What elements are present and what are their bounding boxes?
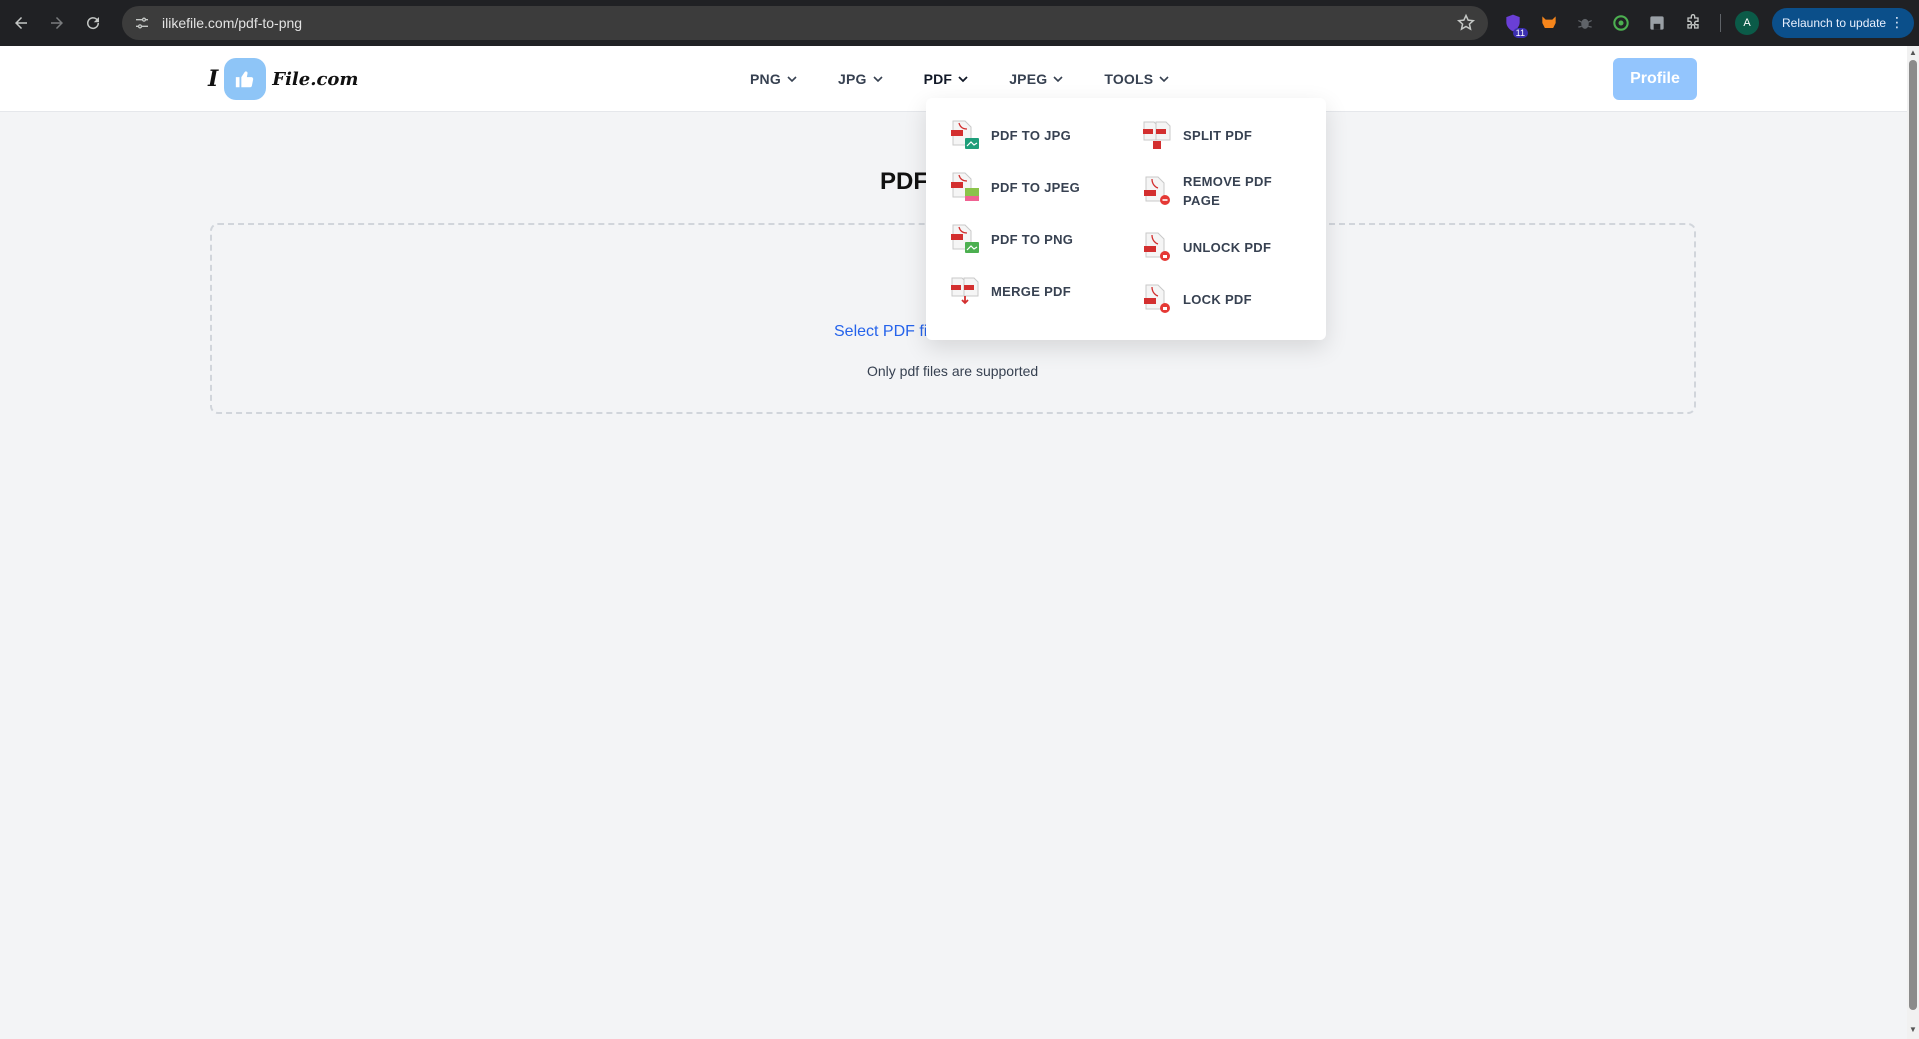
extension-counter[interactable]: 11: [1500, 10, 1528, 38]
relaunch-button[interactable]: Relaunch to update ⋮: [1772, 8, 1914, 38]
logo-i: I: [208, 66, 219, 92]
nav-jpeg-label: JPEG: [1009, 71, 1048, 87]
nav-pdf[interactable]: PDF: [924, 71, 970, 87]
lock-pdf-icon: [1144, 284, 1170, 313]
nav-tools-label: TOOLS: [1104, 71, 1154, 87]
fox-icon: [1542, 16, 1556, 28]
menu-item-label: PDF TO JPEG: [991, 179, 1081, 195]
thumbs-up-icon: [224, 58, 267, 100]
arrow-right-icon: [51, 17, 63, 29]
chevron-down-icon: [873, 76, 883, 83]
arrow-left-icon: [15, 17, 27, 29]
forward-button[interactable]: [42, 8, 72, 38]
select-files-link[interactable]: Select PDF fi: [834, 323, 927, 341]
chevron-down-icon: [1159, 76, 1169, 83]
unlock-pdf-icon: [1144, 232, 1170, 261]
target-extension[interactable]: [1608, 10, 1634, 36]
scroll-down-icon[interactable]: ▼: [1909, 1026, 1917, 1034]
kebab-menu-icon[interactable]: ⋮: [1890, 15, 1904, 29]
menu-item-remove-pdf-page[interactable]: REMOVE PDF PAGE: [1142, 172, 1303, 210]
extensions-menu-button[interactable]: [1680, 10, 1706, 36]
menu-item-label: SPLIT PDF: [1183, 127, 1253, 143]
logo-word: File.com: [272, 68, 359, 90]
nav-pdf-label: PDF: [923, 71, 953, 87]
nav-jpg[interactable]: JPG: [838, 71, 884, 87]
menu-item-label: REMOVE PDF PAGE: [1183, 174, 1272, 208]
chevron-down-icon: [1053, 76, 1063, 83]
chevron-down-icon: [787, 76, 797, 83]
pdf-to-jpeg-icon: [951, 172, 979, 201]
profile-avatar[interactable]: A: [1735, 11, 1759, 35]
pdf-to-png-icon: [951, 224, 979, 253]
bookmark-star-icon[interactable]: [1456, 13, 1476, 33]
scroll-up-icon[interactable]: ▲: [1909, 49, 1917, 57]
site-settings-icon[interactable]: [132, 13, 152, 33]
nav-jpg-label: JPG: [837, 71, 867, 87]
extension-badge: 11: [1512, 28, 1528, 38]
chevron-down-icon: [958, 76, 968, 83]
nav-png-label: PNG: [750, 71, 781, 87]
url-text[interactable]: ilikefile.com/pdf-to-png: [162, 15, 302, 31]
bug-extension[interactable]: [1572, 10, 1598, 36]
page-title: PDF: [880, 168, 928, 195]
save-icon: [1650, 16, 1664, 30]
menu-item-split-pdf[interactable]: SPLIT PDF: [1142, 120, 1303, 150]
reload-icon: [87, 17, 100, 30]
menu-item-unlock-pdf[interactable]: UNLOCK PDF: [1142, 232, 1303, 262]
menu-item-label: UNLOCK PDF: [1183, 239, 1272, 255]
pdf-dropdown-menu: PDF TO JPG PDF TO JPEG PDF TO PNG MERGE …: [926, 98, 1326, 340]
nav-tools[interactable]: TOOLS: [1104, 71, 1170, 87]
target-icon: [1613, 15, 1629, 31]
menu-item-label: LOCK PDF: [1183, 291, 1252, 307]
profile-button[interactable]: Profile: [1613, 58, 1697, 100]
browser-toolbar: ilikefile.com/pdf-to-png 11 A Relaunch t…: [0, 0, 1919, 46]
supported-formats-text: Only pdf files are supported: [867, 363, 1039, 379]
bug-icon: [1578, 18, 1592, 29]
fox-extension[interactable]: [1536, 10, 1562, 36]
page-scrollbar[interactable]: ▲ ▼: [1907, 46, 1919, 1039]
puzzle-icon: [1687, 14, 1699, 29]
menu-item-pdf-to-jpeg[interactable]: PDF TO JPEG: [950, 172, 1111, 202]
back-button[interactable]: [6, 8, 36, 38]
menu-item-pdf-to-png[interactable]: PDF TO PNG: [950, 224, 1111, 254]
reload-button[interactable]: [78, 8, 108, 38]
menu-item-label: PDF TO JPG: [991, 127, 1072, 143]
menu-item-lock-pdf[interactable]: LOCK PDF: [1142, 284, 1303, 314]
toolbar-divider: [1720, 14, 1721, 32]
extensions-area: 11 A: [1500, 8, 1759, 38]
pdf-to-jpg-icon: [951, 120, 979, 149]
menu-item-label: PDF TO PNG: [991, 231, 1074, 247]
nav-png[interactable]: PNG: [750, 71, 798, 87]
address-bar[interactable]: ilikefile.com/pdf-to-png: [122, 6, 1488, 40]
remove-pdf-page-icon: [1144, 176, 1170, 205]
scroll-thumb[interactable]: [1909, 60, 1917, 1010]
menu-item-pdf-to-jpg[interactable]: PDF TO JPG: [950, 120, 1111, 150]
nav-jpeg[interactable]: JPEG: [1009, 71, 1064, 87]
merge-pdf-icon: [951, 277, 979, 305]
menu-item-label: MERGE PDF: [991, 283, 1071, 299]
menu-item-merge-pdf[interactable]: MERGE PDF: [950, 276, 1111, 306]
split-pdf-icon: [1143, 121, 1171, 149]
site-logo[interactable]: I File.com: [208, 58, 358, 100]
relaunch-label: Relaunch to update: [1782, 16, 1887, 30]
save-extension[interactable]: [1644, 10, 1670, 36]
